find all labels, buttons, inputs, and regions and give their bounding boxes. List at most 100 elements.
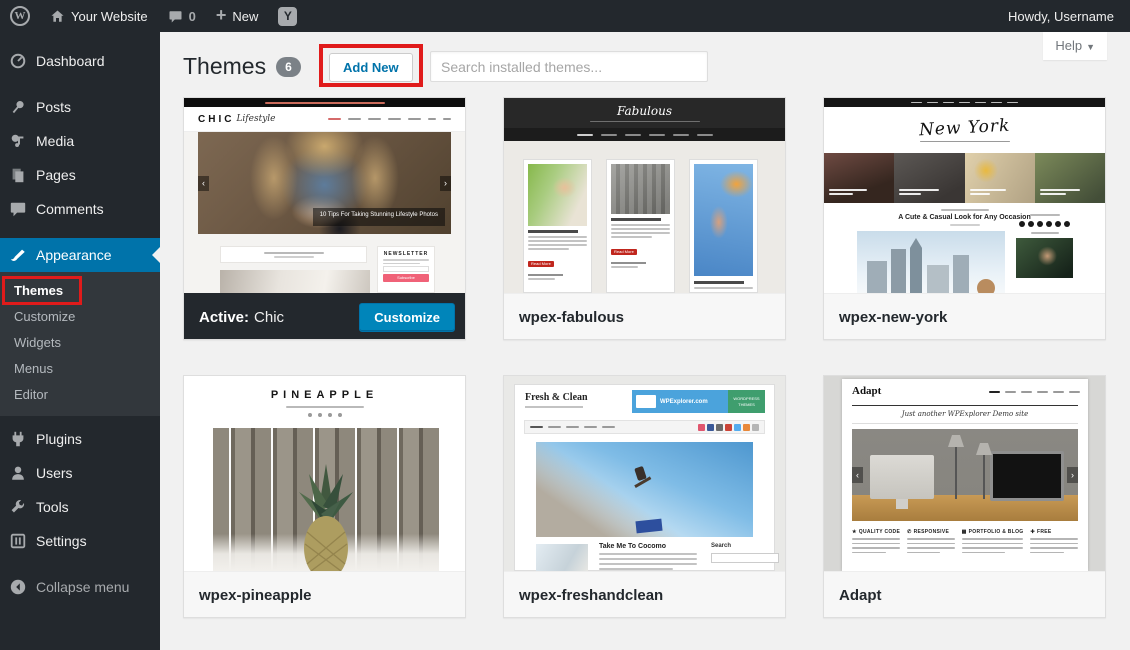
sidebar-item-appearance[interactable]: Appearance <box>0 238 160 272</box>
sidebar-item-editor[interactable]: Editor <box>0 382 160 408</box>
wordpress-logo-icon: W <box>10 6 30 26</box>
adapt-tagline: Just another WPExplorer Demo site <box>842 410 1088 418</box>
collapse-menu-button[interactable]: Collapse menu <box>0 570 160 604</box>
comments-menu[interactable]: 0 <box>158 0 206 32</box>
chic-newsletter-box: NEWSLETTER Subscribe <box>377 246 435 293</box>
search-widget-label: Search <box>711 543 779 549</box>
sidebar-item-themes[interactable]: Themes <box>0 278 160 304</box>
comments-count: 0 <box>189 9 196 24</box>
fabulous-logo: Fabulous <box>617 104 672 118</box>
admin-sidebar: Dashboard Posts Media Pages Comments App… <box>0 32 160 650</box>
sidebar-item-widgets[interactable]: Widgets <box>0 330 160 356</box>
page-title-row: Themes 6 <box>183 52 301 81</box>
about-portrait <box>1016 238 1073 278</box>
search-input[interactable] <box>430 51 708 82</box>
page-title: Themes <box>183 52 266 81</box>
theme-name: wpex-new-york <box>824 293 1105 340</box>
sidebar-item-menus[interactable]: Menus <box>0 356 160 382</box>
wordpress-logo-menu[interactable]: W <box>0 0 40 32</box>
social-icons <box>184 413 465 417</box>
theme-preview-pineapple: PINEAPPLE <box>184 376 465 571</box>
appearance-submenu: Themes Customize Widgets Menus Editor <box>0 272 160 416</box>
theme-preview-new-york: New York A Cute & Casual Look for Any Oc… <box>824 98 1105 293</box>
user-icon <box>9 464 27 482</box>
theme-count-badge: 6 <box>276 57 301 77</box>
prev-arrow-icon: ‹ <box>198 176 209 191</box>
city-photo <box>857 231 1005 293</box>
theme-card-adapt[interactable]: Adapt Just another WPExplorer Demo site … <box>823 375 1106 618</box>
customize-button[interactable]: Customize <box>359 303 455 332</box>
theme-preview-fabulous: Fabulous Read More Read Mor <box>504 98 785 293</box>
new-label: New <box>232 9 258 24</box>
pushpin-icon <box>9 98 27 116</box>
new-york-logo: New York <box>918 115 1010 140</box>
star-icon: ★ <box>852 529 857 535</box>
pages-icon <box>9 166 27 184</box>
pineapple-illustration <box>271 456 381 571</box>
chevron-down-icon: ▼ <box>1086 42 1095 52</box>
theme-card-wpex-pineapple[interactable]: PINEAPPLE <box>183 375 466 618</box>
active-theme-name: Chic <box>254 309 284 326</box>
sidebar-item-pages[interactable]: Pages <box>0 158 160 192</box>
adapt-logo: Adapt <box>852 385 881 397</box>
mini-screenshot <box>636 395 656 408</box>
admin-bar: W Your Website 0 + New Y Howdy, Username <box>0 0 1130 32</box>
theme-preview-freshandclean: Fresh & Clean WPExplorer.com WORDPRESS T… <box>504 376 785 571</box>
howdy-account-menu[interactable]: Howdy, Username <box>1008 9 1130 24</box>
comment-bubble-icon <box>168 9 183 24</box>
yoast-seo-menu[interactable]: Y <box>268 0 307 32</box>
sidebar-item-settings[interactable]: Settings <box>0 524 160 558</box>
post-thumbnail <box>536 544 588 571</box>
media-icon <box>9 132 27 150</box>
next-arrow-icon: › <box>440 176 451 191</box>
search-widget-input <box>711 553 779 563</box>
ad-banner: WPExplorer.com WORDPRESS THEMES <box>632 390 765 413</box>
black-monitor <box>990 451 1064 501</box>
theme-name: wpex-fabulous <box>504 293 785 340</box>
paintbrush-icon <box>9 246 27 264</box>
white-monitor <box>870 455 934 499</box>
sidebar-item-plugins[interactable]: Plugins <box>0 422 160 456</box>
read-more-chip: Read More <box>528 261 554 267</box>
yoast-icon: Y <box>278 7 297 26</box>
sidebar-item-media[interactable]: Media <box>0 124 160 158</box>
desk-photo: ‹ › <box>852 429 1078 521</box>
help-dropdown[interactable]: Help▼ <box>1043 32 1107 60</box>
add-new-button[interactable]: Add New <box>329 53 413 82</box>
social-icons <box>698 424 759 431</box>
skateboarder-photo <box>536 442 753 537</box>
comments-icon <box>9 200 27 218</box>
social-dots <box>1016 221 1073 227</box>
skateboarder-silhouette <box>634 466 647 481</box>
home-icon <box>50 9 65 24</box>
next-arrow-icon: › <box>1067 467 1078 483</box>
site-name: Your Website <box>71 9 148 24</box>
theme-card-wpex-new-york[interactable]: New York A Cute & Casual Look for Any Oc… <box>823 97 1106 340</box>
sidebar-item-users[interactable]: Users <box>0 456 160 490</box>
sidebar-item-dashboard[interactable]: Dashboard <box>0 44 160 78</box>
plugin-icon <box>9 430 27 448</box>
sidebar-item-posts[interactable]: Posts <box>0 90 160 124</box>
new-content-menu[interactable]: + New <box>206 0 269 32</box>
post-title: Take Me To Cocomo <box>599 543 697 550</box>
sidebar-item-customize[interactable]: Customize <box>0 304 160 330</box>
wrench-icon <box>9 498 27 516</box>
theme-card-chic[interactable]: CHIC Lifestyle ‹ › 10 Tips For Taking St… <box>183 97 466 340</box>
sidebar-item-comments[interactable]: Comments <box>0 192 160 226</box>
theme-preview-chic: CHIC Lifestyle ‹ › 10 Tips For Taking St… <box>184 98 465 293</box>
collapse-arrow-icon <box>9 578 27 596</box>
pineapple-logo: PINEAPPLE <box>184 376 465 401</box>
theme-name: wpex-pineapple <box>184 571 465 618</box>
plus-icon: ✚ <box>1030 529 1035 535</box>
sidebar-item-tools[interactable]: Tools <box>0 490 160 524</box>
plus-icon: + <box>216 6 227 24</box>
active-theme-bar: Active: Chic Customize <box>184 293 465 340</box>
chic-hero-photo: ‹ › 10 Tips For Taking Stunning Lifestyl… <box>198 132 451 234</box>
main-content: Help▼ Themes 6 Add New CHIC Lifestyle ‹ … <box>160 32 1130 650</box>
theme-card-wpex-fabulous[interactable]: Fabulous Read More Read Mor <box>503 97 786 340</box>
theme-card-wpex-freshandclean[interactable]: Fresh & Clean WPExplorer.com WORDPRESS T… <box>503 375 786 618</box>
site-name-menu[interactable]: Your Website <box>40 0 158 32</box>
sliders-icon <box>9 532 27 550</box>
theme-name: wpex-freshandclean <box>504 571 785 618</box>
themes-grid: CHIC Lifestyle ‹ › 10 Tips For Taking St… <box>183 97 1106 618</box>
